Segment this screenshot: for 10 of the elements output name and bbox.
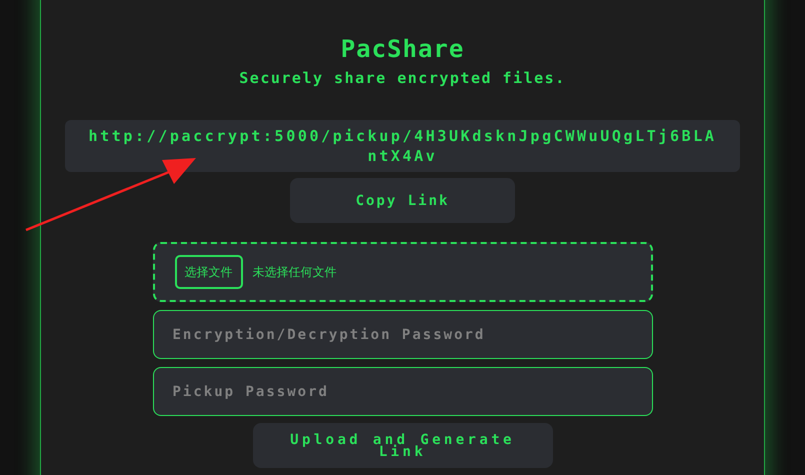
app-subtitle: Securely share encrypted files. [239,69,566,87]
file-status: 未选择任何文件 [252,264,336,280]
copy-link-button[interactable]: Copy Link [290,178,515,223]
file-drop-zone[interactable]: 选择文件 未选择任何文件 [152,242,652,302]
share-link[interactable]: http://paccrypt:5000/pickup/4H3UKdsknJpgCWWuUQgLTj6BLAntX4Av [65,120,740,172]
app-title: PacShare [340,34,464,64]
password-field[interactable]: Pickup Password [152,367,652,416]
choose-file-button[interactable]: 选择文件 [174,255,242,289]
password-field[interactable]: Encryption/Decryption Password [152,310,652,359]
upload-button[interactable]: Upload and Generate Link [252,423,552,468]
